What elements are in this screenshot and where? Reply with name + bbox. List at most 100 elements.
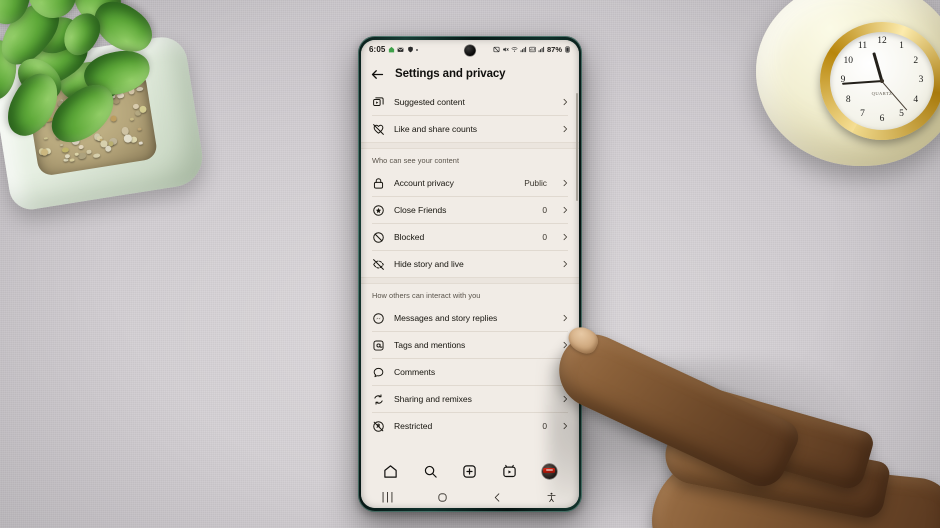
clock-numeral: 9 [840,75,846,85]
list-item[interactable]: Restricted 0 [361,413,579,439]
clock-center-pin [880,79,884,83]
gravel-piece [139,141,143,145]
clock-numeral: 11 [857,41,868,52]
gravel-piece [137,127,142,131]
group-gap [361,142,579,149]
nav-create-icon[interactable] [462,464,477,479]
clock-face: QUARTZ 12 1 2 3 4 5 6 7 8 9 10 11 [830,32,934,130]
clock-bezel: QUARTZ 12 1 2 3 4 5 6 7 8 9 10 11 [820,22,940,140]
clock-numeral: 6 [879,114,885,124]
chevron-right-icon [563,179,568,187]
list-item-label: Close Friends [394,205,447,215]
row-value: 0 [542,205,547,215]
home-circle-icon[interactable] [416,492,471,503]
android-system-nav: ||| [361,486,579,508]
list-item[interactable]: Close Friends 0 [361,197,579,223]
nav-reels-icon[interactable] [502,464,517,479]
list-item-label: Hide story and live [394,259,464,269]
clock-numeral: 12 [877,36,887,46]
row-value: 0 [542,232,547,242]
nav-home-icon[interactable] [383,464,398,479]
home-icon [388,46,395,53]
dot-icon [416,48,419,51]
group-header: Who can see your content [372,156,460,165]
phone-screen: 6:05 87% Settings and privacy Suggested … [361,40,579,508]
desk-clock: QUARTZ 12 1 2 3 4 5 6 7 8 9 10 11 [732,0,940,170]
gravel-piece [132,103,140,110]
gravel-piece [60,143,64,147]
app-header: Settings and privacy [361,59,579,89]
list-item-label: Suggested content [394,97,465,107]
list-item[interactable]: Blocked 0 [361,224,579,250]
chevron-right-icon [563,314,568,322]
list-item[interactable]: Like and share counts [361,116,579,142]
sharing-icon [374,393,383,405]
group-header: How others can interact with you [372,291,481,300]
lock-icon [373,177,384,189]
gravel-piece [69,158,75,163]
shield-icon [408,46,413,53]
messages-icon [373,312,384,324]
list-item[interactable]: Comments [361,359,579,385]
clock-numeral: 8 [845,94,851,105]
suggested-content-icon [373,96,384,106]
list-item-label: Blocked [394,232,425,242]
settings-list[interactable]: Suggested content Like and share counts … [361,89,579,456]
gravel-piece [104,145,112,153]
list-item[interactable]: Sharing and remixes [361,386,579,412]
nav-profile-avatar[interactable] [541,463,557,479]
chevron-right-icon [563,125,568,133]
row-value: 0 [542,421,547,431]
list-item[interactable]: Hide story and live [361,251,579,277]
list-item[interactable]: Messages and story replies [361,305,579,331]
chevron-right-icon [563,368,568,376]
gravel-piece [43,136,48,140]
list-item-label: Tags and mentions [394,340,466,350]
scrollbar[interactable] [575,93,578,201]
status-bar-right: 87% [493,45,571,54]
gravel-piece [86,149,92,155]
gravel-piece [78,144,84,150]
potted-succulent [0,0,234,213]
accessibility-icon[interactable] [525,492,580,503]
camera-blocked-icon [493,46,500,53]
status-bar: 6:05 87% [361,40,579,59]
chevron-right-icon [563,260,568,268]
camera-punch-hole [464,44,476,56]
comments-icon [373,367,384,377]
gravel-piece [129,117,134,122]
hide-story-icon [373,258,384,270]
list-item-label: Account privacy [394,178,454,188]
gravel-piece [93,152,101,159]
chevron-right-icon [563,206,568,214]
chevron-right-icon [563,233,568,241]
clock-numeral: 7 [860,108,865,119]
row-value: Public [524,178,547,188]
clock-numeral: 1 [899,41,904,52]
gravel-piece [136,86,144,92]
list-item[interactable]: Account privacy Public [361,170,579,196]
smartphone: 6:05 87% Settings and privacy Suggested … [358,36,582,512]
app-bottom-nav [361,456,579,486]
signal2-icon [538,46,545,53]
clock-numeral: 2 [913,55,919,66]
close-friends-icon [373,204,384,216]
status-time: 6:05 [369,45,386,54]
list-item-label: Restricted [394,421,433,431]
page-title: Settings and privacy [395,68,506,80]
list-item-label: Like and share counts [394,124,478,134]
battery-icon [565,46,570,53]
clock-numeral: 3 [918,75,924,85]
chevron-right-icon [563,98,568,106]
like-share-counts-icon [373,123,384,135]
list-item[interactable]: Suggested content [361,89,579,115]
back-chevron-icon[interactable] [470,492,525,503]
gravel-piece [40,148,49,157]
recents-icon[interactable]: ||| [361,491,416,503]
gravel-piece [77,152,86,160]
back-arrow-icon[interactable] [370,67,385,82]
list-item[interactable]: Tags and mentions [361,332,579,358]
nav-search-icon[interactable] [423,464,438,479]
group-gap [361,277,579,284]
wifi-icon [511,47,518,52]
